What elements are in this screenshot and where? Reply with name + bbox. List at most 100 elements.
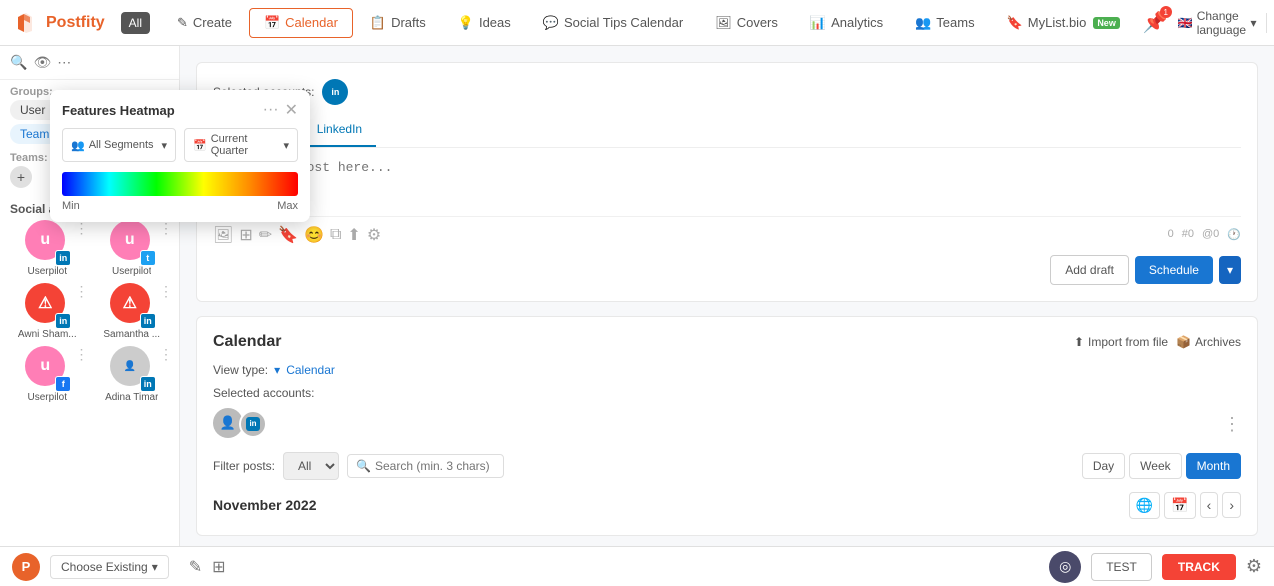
nav-drafts[interactable]: 📋 Drafts (355, 8, 441, 38)
chevron-down-icon: ▾ (152, 560, 158, 574)
grid-icon[interactable]: ⊞ (212, 557, 225, 577)
heatmap-min-label: Min (62, 200, 80, 212)
drafts-icon: 📋 (370, 15, 386, 31)
bottom-bar: P Choose Existing ▾ ✎ ⊞ ◎ TEST TRACK ⚙ (0, 546, 1274, 586)
grid-icon[interactable]: ⊞ (239, 225, 252, 245)
calendar-header: Calendar ⬆ Import from file 📦 Archives (213, 333, 1241, 351)
account-name: Userpilot (28, 392, 67, 403)
account-item[interactable]: u f Userpilot ⋮ (8, 346, 87, 403)
cal-globe-button[interactable]: 🌐 (1129, 492, 1160, 519)
nav-ideas[interactable]: 💡 Ideas (443, 8, 526, 38)
account-name: Samantha ... (103, 329, 160, 340)
account-more-icon[interactable]: ⋮ (159, 346, 173, 363)
cal-more-button[interactable]: ⋮ (1223, 414, 1241, 435)
settings-icon[interactable]: ⚙ (1246, 556, 1262, 577)
cal-account-li: in (239, 410, 269, 440)
nav-covers[interactable]: 🖼 Covers (700, 8, 793, 38)
nav-teams[interactable]: 👥 Teams (900, 8, 989, 38)
account-avatar-wrap: 👤 in (110, 346, 154, 390)
track-button[interactable]: TRACK (1162, 554, 1236, 580)
segment-select[interactable]: 👥 All Segments ▾ (62, 128, 176, 162)
post-composer-card: Selected accounts: in Original in Linked… (196, 62, 1258, 302)
sidebar-eye-button[interactable]: 👁 (33, 54, 51, 71)
account-item[interactable]: u in Userpilot ⋮ (8, 220, 87, 277)
cal-prev-button[interactable]: ‹ (1200, 492, 1219, 518)
chevron-down-icon: ▾ (1250, 16, 1256, 30)
schedule-dropdown-button[interactable]: ▾ (1219, 256, 1241, 284)
cal-accounts-row: 👤 in ⋮ (213, 408, 1241, 442)
account-name: Adina Timar (105, 392, 158, 403)
test-button[interactable]: TEST (1091, 553, 1152, 581)
analytics-icon: 📊 (810, 15, 826, 31)
add-draft-button[interactable]: Add draft (1050, 255, 1129, 285)
calendar-search-input[interactable] (375, 459, 495, 473)
nav-mylistbio[interactable]: 🔖 MyList.bio New (992, 8, 1135, 38)
account-item[interactable]: u t Userpilot ⋮ (93, 220, 172, 277)
segment-icon: 👥 (71, 139, 85, 152)
account-more-icon[interactable]: ⋮ (75, 346, 89, 363)
day-view-button[interactable]: Day (1082, 453, 1125, 479)
li-small-badge: in (246, 417, 260, 431)
account-avatar-wrap: u in (25, 220, 69, 264)
search-input-wrap: 🔍 (347, 454, 504, 478)
new-badge: New (1093, 17, 1120, 29)
account-item[interactable]: ⚠ in Samantha ... ⋮ (93, 283, 172, 340)
account-more-icon[interactable]: ⋮ (75, 283, 89, 300)
cal-next-button[interactable]: › (1222, 492, 1241, 518)
copy-icon[interactable]: ⧉ (330, 226, 341, 244)
pencil-icon[interactable]: ✎ (189, 557, 202, 577)
heatmap-header: Features Heatmap ··· ✕ (50, 90, 310, 128)
week-view-button[interactable]: Week (1129, 453, 1181, 479)
app-logo[interactable]: Postfity (12, 9, 105, 37)
all-tab[interactable]: All (121, 12, 150, 34)
nav-create[interactable]: ✎ Create (162, 8, 247, 38)
heatmap-options-icon[interactable]: ··· (263, 101, 279, 119)
calendar-card: Calendar ⬆ Import from file 📦 Archives V… (196, 316, 1258, 536)
heatmap-title: Features Heatmap (62, 103, 175, 118)
nav-calendar[interactable]: 📅 Calendar (249, 8, 353, 38)
selected-account-chip[interactable]: in (322, 79, 348, 105)
add-team-button[interactable]: + (10, 166, 32, 188)
calendar-icon: 📅 (264, 15, 280, 31)
nav-analytics[interactable]: 📊 Analytics (795, 8, 898, 38)
bottom-logo[interactable]: P (12, 553, 40, 581)
choose-existing-dropdown[interactable]: Choose Existing ▾ (50, 555, 169, 579)
schedule-button[interactable]: Schedule (1135, 256, 1213, 284)
calendar-icon: 📅 (193, 139, 207, 152)
month-view-button[interactable]: Month (1186, 453, 1241, 479)
account-more-icon[interactable]: ⋮ (75, 220, 89, 237)
twitter-badge: t (140, 250, 156, 266)
target-icon-button[interactable]: ◎ (1049, 551, 1081, 583)
post-textarea[interactable] (213, 148, 1241, 213)
sidebar-search-button[interactable]: 🔍 (10, 54, 27, 71)
sidebar-more-button[interactable]: ⋯ (57, 54, 71, 71)
filter-posts-select[interactable]: All (283, 452, 339, 480)
calendar-selected-accounts: Selected accounts: 👤 in ⋮ (213, 385, 1241, 442)
covers-icon: 🖼 (715, 15, 732, 31)
archives-button[interactable]: 📦 Archives (1176, 335, 1241, 349)
nav-social-tips[interactable]: 💬 Social Tips Calendar (528, 8, 698, 38)
account-item[interactable]: 👤 in Adina Timar ⋮ (93, 346, 172, 403)
language-selector[interactable]: 🇬🇧 Change language ▾ (1178, 9, 1257, 37)
settings-icon[interactable]: ⚙ (367, 225, 381, 245)
post-toolbar: 🖼 ⊞ ✏ 🔖 😊 ⧉ ⬆ ⚙ 0 #0 @0 🕐 (213, 216, 1241, 245)
pin-badge: 1 (1160, 6, 1172, 18)
heatmap-close-button[interactable]: ✕ (285, 100, 298, 120)
upload-icon[interactable]: ⬆ (347, 225, 360, 245)
cal-nav-row: November 2022 🌐 📅 ‹ › (213, 492, 1241, 519)
cal-today-button[interactable]: 📅 (1164, 492, 1195, 519)
pin-button[interactable]: 📌 1 (1143, 10, 1168, 35)
quarter-select[interactable]: 📅 Current Quarter ▾ (184, 128, 298, 162)
emoji-icon[interactable]: 😊 (304, 225, 324, 245)
account-item[interactable]: ⚠ in Awni Sham... ⋮ (8, 283, 87, 340)
bookmark-icon[interactable]: 🔖 (278, 225, 298, 245)
import-from-file-button[interactable]: ⬆ Import from file (1074, 335, 1168, 349)
heatmap-controls: 👥 All Segments ▾ 📅 Current Quarter ▾ (50, 128, 310, 172)
pen-icon[interactable]: ✏ (259, 225, 272, 245)
view-type-dropdown[interactable]: ▾ (274, 363, 280, 377)
account-more-icon[interactable]: ⋮ (159, 220, 173, 237)
filter-row: Filter posts: All 🔍 Day Week Month (213, 452, 1241, 480)
account-more-icon[interactable]: ⋮ (159, 283, 173, 300)
image-icon[interactable]: 🖼 (213, 225, 233, 245)
account-avatar-wrap: ⚠ in (110, 283, 154, 327)
